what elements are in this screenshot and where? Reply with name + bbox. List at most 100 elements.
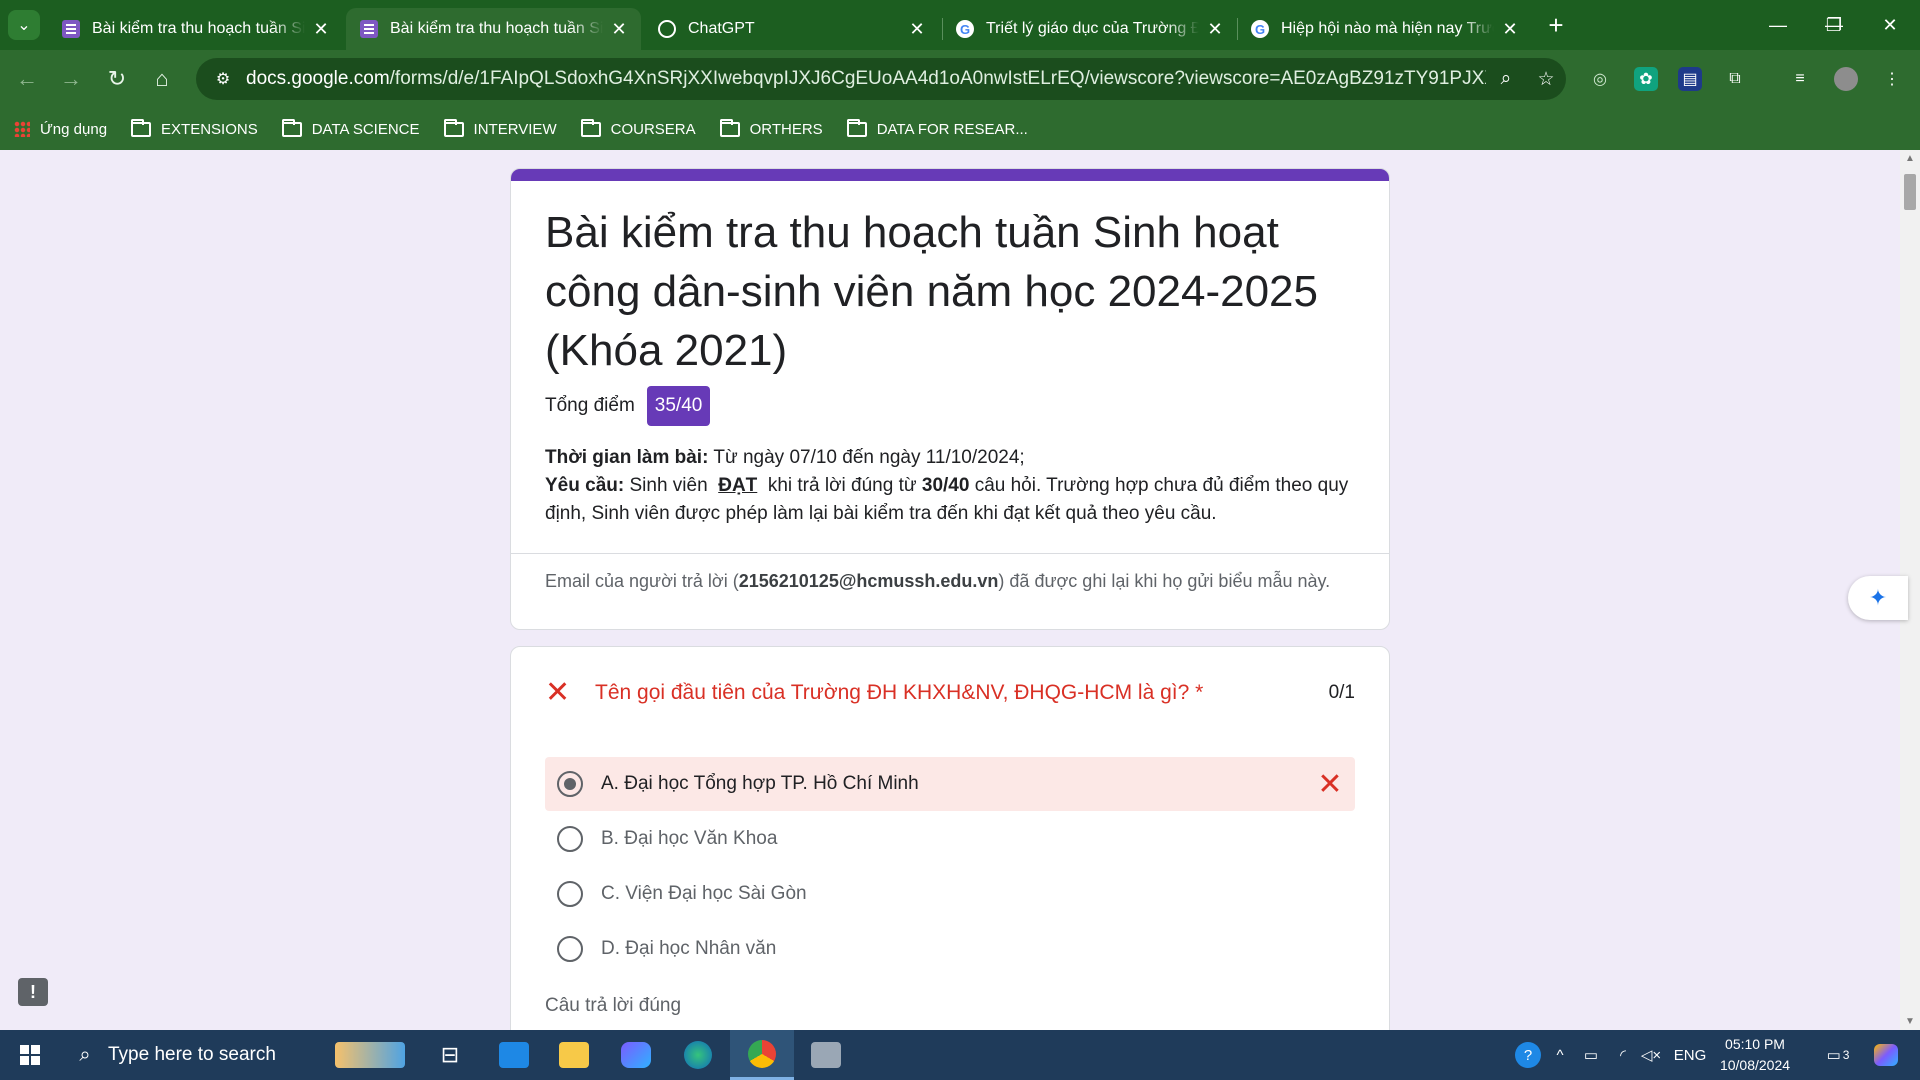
search-placeholder: Type here to search (108, 1044, 276, 1065)
file-explorer-app[interactable] (544, 1030, 604, 1080)
search-highlight-image[interactable] (320, 1030, 420, 1080)
minimize-button[interactable]: — (1750, 0, 1806, 50)
bookmark-label: COURSERA (610, 120, 696, 138)
new-tab-button[interactable]: + (1540, 10, 1572, 42)
close-icon[interactable]: ✕ (1500, 19, 1520, 40)
chatgpt-extension-icon[interactable]: ✿ (1634, 67, 1658, 91)
option-d[interactable]: D. Đại học Nhân văn (545, 922, 1355, 976)
radio-icon[interactable] (557, 936, 583, 962)
tab-title: Triết lý giáo dục của Trường ĐH (986, 20, 1199, 37)
minimize-icon: — (1769, 14, 1787, 35)
tab-2-active[interactable]: Bài kiểm tra thu hoạch tuần Sinh hoạt ✕ (346, 8, 641, 50)
tab-5[interactable]: G Hiệp hội nào mà hiện nay Trường ✕ (1237, 8, 1532, 50)
start-button[interactable] (0, 1030, 60, 1080)
wrong-answer-icon: ✕ (1317, 767, 1343, 801)
reader-extension-icon[interactable]: ▤ (1678, 67, 1702, 91)
bookmark-folder-interview[interactable]: INTERVIEW (443, 118, 557, 138)
site-info-icon[interactable]: ⚙ (206, 69, 240, 89)
close-icon[interactable]: ✕ (907, 19, 927, 40)
edge-app[interactable] (668, 1030, 728, 1080)
feedback-button[interactable]: ! (18, 978, 48, 1006)
bookmark-folder-data-for-research[interactable]: DATA FOR RESEAR... (846, 118, 1028, 138)
option-a[interactable]: A. Đại học Tổng hợp TP. Hồ Chí Minh ✕ (545, 757, 1355, 811)
avatar[interactable] (1834, 67, 1858, 91)
puzzle-icon[interactable]: ⧉ (1723, 67, 1747, 91)
task-view-button[interactable]: ⊟ (420, 1030, 480, 1080)
scroll-down-icon[interactable]: ▼ (1904, 1016, 1916, 1027)
copilot-app[interactable] (606, 1030, 666, 1080)
kebab-menu-icon[interactable]: ⋮ (1880, 67, 1904, 91)
arrow-left-icon: ← (16, 66, 38, 91)
copilot-tray-icon[interactable] (1866, 1030, 1906, 1080)
compass-extension-icon[interactable]: ◎ (1588, 67, 1612, 91)
folder-icon (131, 118, 152, 137)
tab-strip: ⌄ Bài kiểm tra thu hoạch tuần Sinh hoạt … (0, 0, 1920, 50)
radio-icon[interactable] (557, 881, 583, 907)
address-bar[interactable]: ⚙ docs.google.com/forms/d/e/1FAIpQLSdoxh… (196, 58, 1566, 100)
speaker-muted-icon[interactable]: ◁× (1638, 1030, 1664, 1080)
tab-title: Bài kiểm tra thu hoạch tuần Sinh hoạt (92, 20, 305, 37)
tab-search-button[interactable]: ⌄ (8, 10, 40, 40)
battery-icon[interactable]: ▭ (1578, 1030, 1604, 1080)
chevron-up-icon[interactable]: ^ (1548, 1030, 1572, 1080)
time-line: Thời gian làm bài: Từ ngày 07/10 đến ngà… (545, 444, 1355, 472)
bookmark-folder-coursera[interactable]: COURSERA (580, 118, 696, 138)
scrollbar-thumb[interactable] (1904, 174, 1916, 210)
close-icon[interactable]: ✕ (1205, 19, 1225, 40)
windows-taskbar: ⌕ Type here to search ⊟ ? ^ ▭ ◜ ◁× ENG 0… (0, 1030, 1920, 1080)
chrome-app[interactable] (730, 1030, 794, 1080)
scroll-up-icon[interactable]: ▲ (1904, 153, 1916, 164)
star-icon[interactable]: ☆ (1526, 68, 1566, 91)
email-note-text: ) đã được ghi lại khi họ gửi biểu mẫu nà… (998, 571, 1331, 591)
option-label: A. Đại học Tổng hợp TP. Hồ Chí Minh (601, 773, 919, 794)
forward-button[interactable]: → (54, 62, 88, 96)
tab-3[interactable]: ChatGPT ✕ (644, 8, 939, 50)
option-b[interactable]: B. Đại học Văn Khoa (545, 812, 1355, 866)
close-icon[interactable]: ✕ (311, 19, 331, 40)
bookmark-label: INTERVIEW (473, 120, 557, 138)
tab-1[interactable]: Bài kiểm tra thu hoạch tuần Sinh hoạt ✕ (48, 8, 343, 50)
question-points: 0/1 (1328, 682, 1355, 703)
divider (511, 553, 1389, 554)
email-recorded-note: Email của người trả lời (2156210125@hcmu… (545, 567, 1355, 595)
reload-button[interactable]: ↻ (100, 62, 134, 96)
back-button[interactable]: ← (10, 62, 44, 96)
bookmark-folder-data-science[interactable]: DATA SCIENCE (281, 118, 420, 138)
help-icon[interactable]: ? (1512, 1030, 1544, 1080)
option-label: C. Viện Đại học Sài Gòn (601, 883, 807, 904)
requirement-text: Sinh viên (624, 475, 713, 496)
score-row: Tổng điểm 35/40 (545, 386, 1355, 426)
radio-checked-icon[interactable] (557, 771, 583, 797)
search-icon: ⌕ (79, 1043, 91, 1066)
option-c[interactable]: C. Viện Đại học Sài Gòn (545, 867, 1355, 921)
snipping-icon (811, 1042, 841, 1068)
restore-button[interactable]: ❐ (1806, 0, 1862, 50)
mail-app[interactable] (484, 1030, 544, 1080)
wifi-icon[interactable]: ◜ (1610, 1030, 1636, 1080)
home-button[interactable]: ⌂ (145, 62, 179, 96)
tab-4[interactable]: G Triết lý giáo dục của Trường ĐH ✕ (942, 8, 1237, 50)
incorrect-icon: ✕ (545, 676, 571, 709)
zoom-icon[interactable]: ⌕ (1486, 68, 1526, 90)
url-path: /forms/d/e/1FAIpQLSdoxhG4XnSRjXXIwebqvpI… (389, 68, 1486, 89)
close-window-button[interactable]: ✕ (1862, 0, 1918, 50)
bookmark-label: DATA SCIENCE (311, 120, 420, 138)
email-note-text: Email của người trả lời ( (545, 571, 739, 591)
media-control-icon[interactable]: ≡ (1788, 67, 1812, 91)
folder-icon (719, 118, 740, 137)
task-view-icon: ⊟ (440, 1042, 460, 1067)
url-text[interactable]: docs.google.com/forms/d/e/1FAIpQLSdoxhG4… (240, 68, 1486, 90)
close-icon[interactable]: ✕ (609, 19, 629, 40)
bookmark-folder-extensions[interactable]: EXTENSIONS (131, 118, 258, 138)
system-clock[interactable]: 05:10 PM 10/08/2024 (1700, 1034, 1810, 1076)
folder-icon (443, 118, 464, 137)
bookmark-folder-orthers[interactable]: ORTHERS (719, 118, 823, 138)
notification-center[interactable]: ▭ 3 (1818, 1030, 1858, 1080)
snipping-tool-app[interactable] (796, 1030, 856, 1080)
chrome-icon (748, 1039, 776, 1068)
notification-icon: ▭ (1826, 1047, 1841, 1064)
sparkle-assistant-button[interactable]: ✦ (1848, 576, 1908, 620)
requirement-text: khi trả lời đúng từ (762, 475, 922, 496)
bookmark-apps[interactable]: Ứng dụng (14, 121, 107, 138)
radio-icon[interactable] (557, 826, 583, 852)
